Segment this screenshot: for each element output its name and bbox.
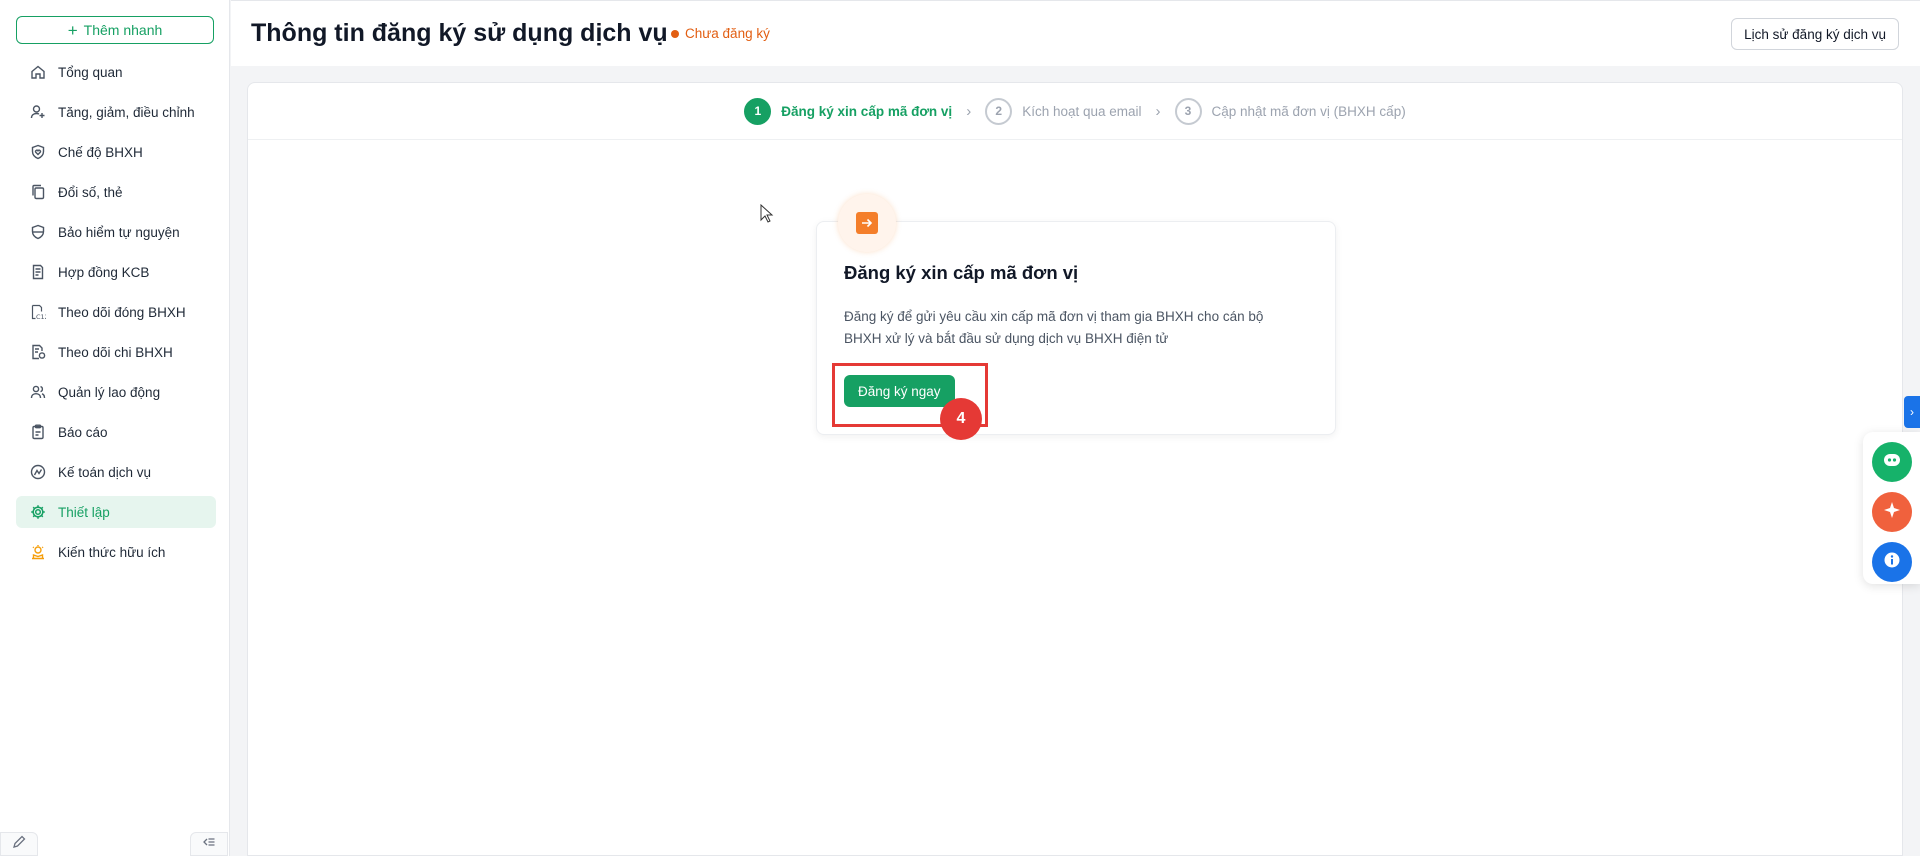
sidebar-item-label: Kế toán dịch vụ [58, 464, 152, 480]
main-panel: 1 Đăng ký xin cấp mã đơn vị › 2 Kích hoạ… [247, 82, 1903, 856]
users-icon [30, 384, 46, 400]
chatbot-icon [1881, 449, 1903, 476]
chevron-right-icon: › [1910, 405, 1914, 419]
svg-text:C12: C12 [36, 313, 46, 320]
sidebar-item-label: Đổi số, thẻ [58, 184, 123, 200]
chevron-right-icon: › [966, 102, 972, 120]
page-header: Thông tin đăng ký sử dụng dịch vụ Chưa đ… [231, 0, 1920, 66]
shield-heart-icon [30, 144, 46, 160]
step-1[interactable]: 1 Đăng ký xin cấp mã đơn vị [744, 97, 953, 125]
step-3[interactable]: 3 Cập nhật mã đơn vị (BHXH cấp) [1174, 97, 1406, 125]
collapse-sidebar-button[interactable] [190, 832, 228, 856]
accounting-icon [30, 464, 46, 480]
login-arrow-icon [856, 212, 878, 234]
sidebar-item-label: Tổng quan [58, 64, 123, 80]
sidebar-item-label: Theo dõi đóng BHXH [58, 304, 186, 320]
sidebar-item-tang-giam[interactable]: Tăng, giảm, điều chỉnh [16, 96, 216, 128]
collapse-icon [202, 835, 216, 854]
sidebar-item-label: Theo dõi chi BHXH [58, 344, 173, 360]
card-icon-badge [838, 194, 896, 252]
chevron-right-icon: › [1155, 102, 1161, 120]
mouse-cursor-icon [760, 204, 774, 223]
sidebar-item-kien-thuc[interactable]: Kiến thức hữu ích [16, 536, 216, 568]
sidebar: + Thêm nhanh Tổng quan Tăng, giảm, điều … [0, 0, 230, 856]
sidebar-item-theo-doi-dong[interactable]: C12 Theo dõi đóng BHXH [16, 296, 216, 328]
sidebar-item-ke-toan[interactable]: Kế toán dịch vụ [16, 456, 216, 488]
quick-add-label: Thêm nhanh [83, 22, 163, 38]
step-2[interactable]: 2 Kích hoạt qua email [985, 97, 1142, 125]
c12-icon: C12 [30, 304, 46, 320]
chatbot-button[interactable] [1872, 442, 1912, 482]
sidebar-item-label: Kiến thức hữu ích [58, 544, 166, 560]
card-description: Đăng ký để gửi yêu cầu xin cấp mã đơn vị… [844, 309, 1264, 346]
sidebar-item-label: Chế độ BHXH [58, 144, 143, 160]
user-plus-icon [30, 104, 46, 120]
sidebar-item-doi-so[interactable]: Đổi số, thẻ [16, 176, 216, 208]
sidebar-item-label: Báo cáo [58, 424, 108, 440]
sidebar-item-label: Thiết lập [58, 504, 110, 520]
status-dot-icon [671, 29, 679, 38]
sidebar-item-che-do[interactable]: Chế độ BHXH [16, 136, 216, 168]
sidebar-item-thiet-lap[interactable]: Thiết lập [16, 496, 216, 528]
status-badge: Chưa đăng ký [671, 26, 770, 41]
annotation-badge: 4 [940, 398, 982, 440]
step-label: Kích hoạt qua email [1022, 103, 1142, 119]
info-icon [1882, 550, 1902, 575]
clipboard-icon [30, 424, 46, 440]
ai-assistant-button[interactable] [1872, 492, 1912, 532]
sidebar-item-label: Bảo hiểm tự nguyện [58, 224, 180, 240]
gear-icon [30, 504, 46, 520]
copy-icon [30, 184, 46, 200]
sidebar-nav: Tổng quan Tăng, giảm, điều chỉnh Chế độ … [16, 56, 216, 576]
pencil-icon [12, 835, 26, 854]
info-button[interactable] [1872, 542, 1912, 582]
floating-toolbar [1863, 432, 1920, 584]
history-button[interactable]: Lịch sử đăng ký dịch vụ [1731, 18, 1899, 50]
sidebar-item-hop-dong-kcb[interactable]: Hợp đồng KCB [16, 256, 216, 288]
sidebar-item-bao-hiem-tu-nguyen[interactable]: Bảo hiểm tự nguyện [16, 216, 216, 248]
status-text: Chưa đăng ký [685, 26, 770, 41]
sidebar-item-bao-cao[interactable]: Báo cáo [16, 416, 216, 448]
edit-button[interactable] [0, 832, 38, 856]
stepper: 1 Đăng ký xin cấp mã đơn vị › 2 Kích hoạ… [248, 83, 1902, 140]
step-number: 3 [1174, 97, 1202, 125]
sidebar-item-tong-quan[interactable]: Tổng quan [16, 56, 216, 88]
home-icon [30, 64, 46, 80]
page-title: Thông tin đăng ký sử dụng dịch vụ [251, 19, 668, 47]
knowledge-icon [30, 544, 46, 560]
sidebar-item-label: Tăng, giảm, điều chỉnh [58, 104, 195, 120]
sidebar-item-quan-ly-lao-dong[interactable]: Quản lý lao động [16, 376, 216, 408]
quick-add-button[interactable]: + Thêm nhanh [16, 16, 214, 44]
contract-icon [30, 264, 46, 280]
card-title: Đăng ký xin cấp mã đơn vị [844, 262, 1079, 283]
sidebar-item-label: Hợp đồng KCB [58, 264, 150, 280]
sidebar-item-label: Quản lý lao động [58, 384, 161, 400]
expand-panel-tab[interactable]: › [1904, 396, 1920, 428]
step-label: Đăng ký xin cấp mã đơn vị [781, 103, 953, 119]
step-label: Cập nhật mã đơn vị (BHXH cấp) [1211, 103, 1406, 119]
step-number: 1 [744, 97, 772, 125]
document-money-icon [30, 344, 46, 360]
step-number: 2 [985, 97, 1013, 125]
sidebar-item-theo-doi-chi[interactable]: Theo dõi chi BHXH [16, 336, 216, 368]
shield-icon [30, 224, 46, 240]
plus-icon: + [67, 20, 78, 40]
sparkle-icon [1882, 500, 1902, 525]
